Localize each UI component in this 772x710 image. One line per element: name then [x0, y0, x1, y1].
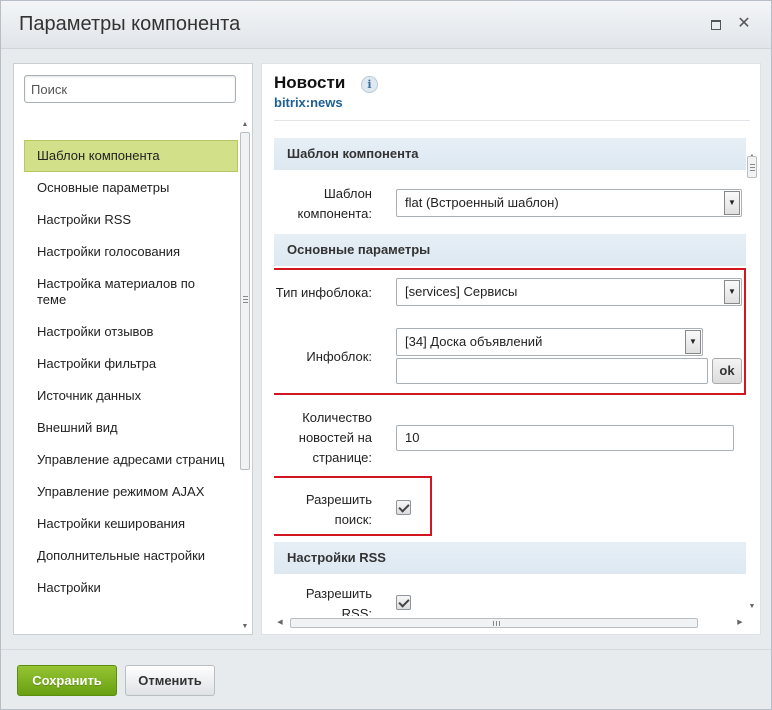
- template-select[interactable]: flat (Встроенный шаблон) ▼: [396, 189, 742, 217]
- settings-hscrollbar[interactable]: ◀ ▶: [274, 616, 758, 630]
- sidebar-item-rss[interactable]: Настройки RSS: [24, 204, 238, 236]
- scroll-down-icon[interactable]: ▼: [746, 602, 758, 612]
- sidebar-scroll-thumb[interactable]: [240, 132, 250, 470]
- scroll-left-icon[interactable]: ◀: [274, 618, 286, 628]
- dialog-titlebar[interactable]: Параметры компонента ✕: [1, 1, 771, 49]
- sidebar-item-data-source[interactable]: Источник данных: [24, 380, 238, 412]
- chevron-down-icon[interactable]: ▼: [724, 280, 740, 304]
- sidebar-item-template[interactable]: Шаблон компонента: [24, 140, 238, 172]
- settings-panel: Новости i bitrix:news Шаблон компонента …: [261, 63, 761, 635]
- iblock-label: Инфоблок:: [306, 349, 372, 364]
- save-button[interactable]: Сохранить: [17, 665, 117, 696]
- sidebar-item-filter[interactable]: Настройки фильтра: [24, 348, 238, 380]
- sidebar-item-settings[interactable]: Настройки: [24, 572, 238, 604]
- section-main-params: Основные параметры: [274, 234, 746, 266]
- cancel-button[interactable]: Отменить: [125, 665, 215, 696]
- component-code: bitrix:news: [274, 95, 343, 110]
- dialog-footer: Сохранить Отменить: [1, 649, 771, 709]
- iblock-custom-input[interactable]: [396, 358, 708, 384]
- scroll-down-icon[interactable]: ▼: [239, 622, 251, 632]
- dialog-title: Параметры компонента: [19, 13, 241, 35]
- section-rss: Настройки RSS: [274, 542, 746, 574]
- scroll-right-icon[interactable]: ▶: [734, 618, 746, 628]
- iblock-type-label: Тип инфоблока:: [275, 285, 372, 300]
- settings-hscroll-thumb[interactable]: [290, 618, 698, 628]
- sidebar-item-appearance[interactable]: Внешний вид: [24, 412, 238, 444]
- sidebar-item-url-management[interactable]: Управление адресами страниц: [24, 444, 238, 476]
- close-icon[interactable]: ✕: [737, 16, 751, 32]
- sidebar-panel: Шаблон компонента Основные параметры Нас…: [13, 63, 253, 635]
- ok-button[interactable]: ok: [712, 358, 742, 384]
- news-count-label: Количество новостей на странице:: [298, 410, 372, 465]
- chevron-down-icon[interactable]: ▼: [724, 191, 740, 215]
- iblock-type-value: [services] Сервисы: [405, 284, 518, 299]
- news-count-input[interactable]: 10: [396, 425, 734, 451]
- iblock-value: [34] Доска объявлений: [405, 334, 543, 349]
- sidebar-item-ajax[interactable]: Управление режимом AJAX: [24, 476, 238, 508]
- sidebar-item-related-materials[interactable]: Настройка материалов по теме: [24, 268, 238, 316]
- template-select-value: flat (Встроенный шаблон): [405, 195, 559, 210]
- search-input[interactable]: [24, 75, 236, 103]
- allow-search-checkbox[interactable]: [396, 500, 411, 515]
- scroll-up-icon[interactable]: ▲: [239, 120, 251, 130]
- sidebar-item-additional[interactable]: Дополнительные настройки: [24, 540, 238, 572]
- maximize-icon[interactable]: [709, 17, 723, 31]
- iblock-select[interactable]: [34] Доска объявлений ▼: [396, 328, 703, 356]
- sidebar-item-reviews[interactable]: Настройки отзывов: [24, 316, 238, 348]
- sidebar-item-main-params[interactable]: Основные параметры: [24, 172, 238, 204]
- component-name: Новости: [274, 73, 346, 92]
- sidebar-item-caching[interactable]: Настройки кеширования: [24, 508, 238, 540]
- template-label: Шаблон компонента:: [297, 186, 372, 221]
- header-divider: [274, 120, 750, 121]
- settings-vscrollbar[interactable]: ▲ ▼: [746, 152, 758, 614]
- allow-rss-label: Разрешить RSS:: [305, 586, 372, 616]
- allow-search-label: Разрешить поиск:: [305, 492, 372, 527]
- sidebar-item-voting[interactable]: Настройки голосования: [24, 236, 238, 268]
- component-settings-dialog: Параметры компонента ✕ Шаблон компонента…: [0, 0, 772, 710]
- chevron-down-icon[interactable]: ▼: [685, 330, 701, 354]
- settings-form: Шаблон компонента Шаблон компонента: fla…: [274, 138, 746, 616]
- sidebar-nav: Шаблон компонента Основные параметры Нас…: [24, 140, 238, 634]
- info-icon[interactable]: i: [361, 76, 378, 93]
- sidebar-scrollbar[interactable]: ▲ ▼: [239, 120, 251, 632]
- settings-vscroll-thumb[interactable]: [747, 156, 757, 178]
- allow-rss-checkbox[interactable]: [396, 595, 411, 610]
- section-template: Шаблон компонента: [274, 138, 746, 170]
- iblock-type-select[interactable]: [services] Сервисы ▼: [396, 278, 742, 306]
